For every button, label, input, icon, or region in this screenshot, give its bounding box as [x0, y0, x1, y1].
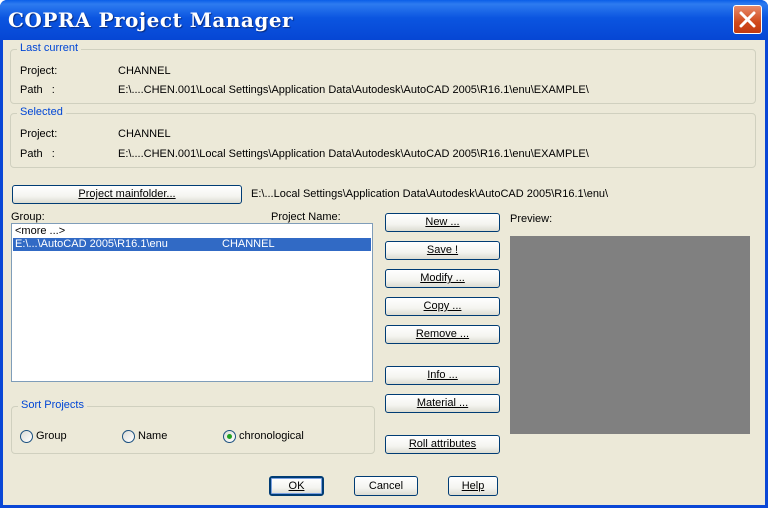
selected-path-value: E:\....CHEN.001\Local Settings\Applicati…	[118, 148, 589, 160]
material-button-label: Material ...	[416, 397, 469, 409]
info-button-label: Info ...	[427, 369, 458, 381]
modify-button-label: Modify ...	[420, 272, 465, 284]
project-mainfolder-button[interactable]: Project mainfolder...	[12, 185, 242, 204]
sort-name-radio[interactable]	[122, 430, 135, 443]
group-column-header: Group:	[11, 211, 45, 223]
last-current-title: Last current	[17, 42, 82, 54]
project-list[interactable]: <more ...> E:\...\AutoCAD 2005\R16.1\enu…	[11, 223, 373, 382]
list-item-name: CHANNEL	[222, 238, 275, 250]
copy-button-label: Copy ...	[423, 300, 462, 312]
list-item[interactable]: <more ...>	[13, 225, 371, 238]
list-item-group: E:\...\AutoCAD 2005\R16.1\enu	[15, 238, 168, 250]
mainfolder-path: E:\...Local Settings\Application Data\Au…	[251, 188, 609, 200]
roll-attributes-button-label: Roll attributes	[408, 438, 477, 450]
sort-projects-title: Sort Projects	[18, 399, 87, 411]
sort-name-label[interactable]: Name	[138, 430, 167, 442]
ok-button[interactable]: OK	[269, 476, 324, 496]
modify-button[interactable]: Modify ...	[385, 269, 500, 288]
sort-chronological-label[interactable]: chronological	[239, 430, 304, 442]
last-current-project-label: Project:	[20, 65, 58, 77]
project-name-column-header: Project Name:	[271, 211, 341, 223]
window-title: COPRA Project Manager	[8, 8, 294, 32]
close-button[interactable]	[733, 5, 762, 34]
new-button-label: New ...	[425, 216, 460, 228]
sort-group-radio[interactable]	[20, 430, 33, 443]
ok-button-label: OK	[288, 479, 305, 492]
remove-button-label: Remove ...	[415, 328, 470, 340]
title-bar[interactable]: COPRA Project Manager	[0, 0, 768, 40]
help-button[interactable]: Help	[448, 476, 498, 496]
cancel-button[interactable]: Cancel	[354, 476, 418, 496]
remove-button[interactable]: Remove ...	[385, 325, 500, 344]
dialog-window: COPRA Project Manager Last current Proje…	[0, 0, 768, 508]
selected-path-label: Path :	[20, 148, 55, 160]
help-button-label: Help	[461, 479, 485, 492]
save-button-label: Save !	[426, 244, 459, 256]
last-current-project-value: CHANNEL	[118, 65, 171, 77]
close-icon	[739, 11, 756, 28]
list-item-group: <more ...>	[15, 225, 66, 237]
selected-project-label: Project:	[20, 128, 58, 140]
sort-group-label[interactable]: Group	[36, 430, 67, 442]
selected-title: Selected	[17, 106, 66, 118]
dialog-client-area: Last current Project: CHANNEL Path : E:\…	[3, 40, 765, 505]
preview-pane	[510, 236, 750, 434]
preview-label: Preview:	[510, 213, 553, 225]
save-button[interactable]: Save !	[385, 241, 500, 260]
sort-chronological-radio[interactable]	[223, 430, 236, 443]
list-item-selected[interactable]: E:\...\AutoCAD 2005\R16.1\enu CHANNEL	[13, 238, 371, 251]
material-button[interactable]: Material ...	[385, 394, 500, 413]
last-current-path-label: Path :	[20, 84, 55, 96]
info-button[interactable]: Info ...	[385, 366, 500, 385]
new-button[interactable]: New ...	[385, 213, 500, 232]
roll-attributes-button[interactable]: Roll attributes	[385, 435, 500, 454]
cancel-button-label: Cancel	[368, 479, 404, 492]
project-mainfolder-label: Project mainfolder...	[78, 188, 176, 200]
last-current-path-value: E:\....CHEN.001\Local Settings\Applicati…	[118, 84, 589, 96]
radio-selected-dot	[227, 434, 232, 439]
selected-project-value: CHANNEL	[118, 128, 171, 140]
copy-button[interactable]: Copy ...	[385, 297, 500, 316]
